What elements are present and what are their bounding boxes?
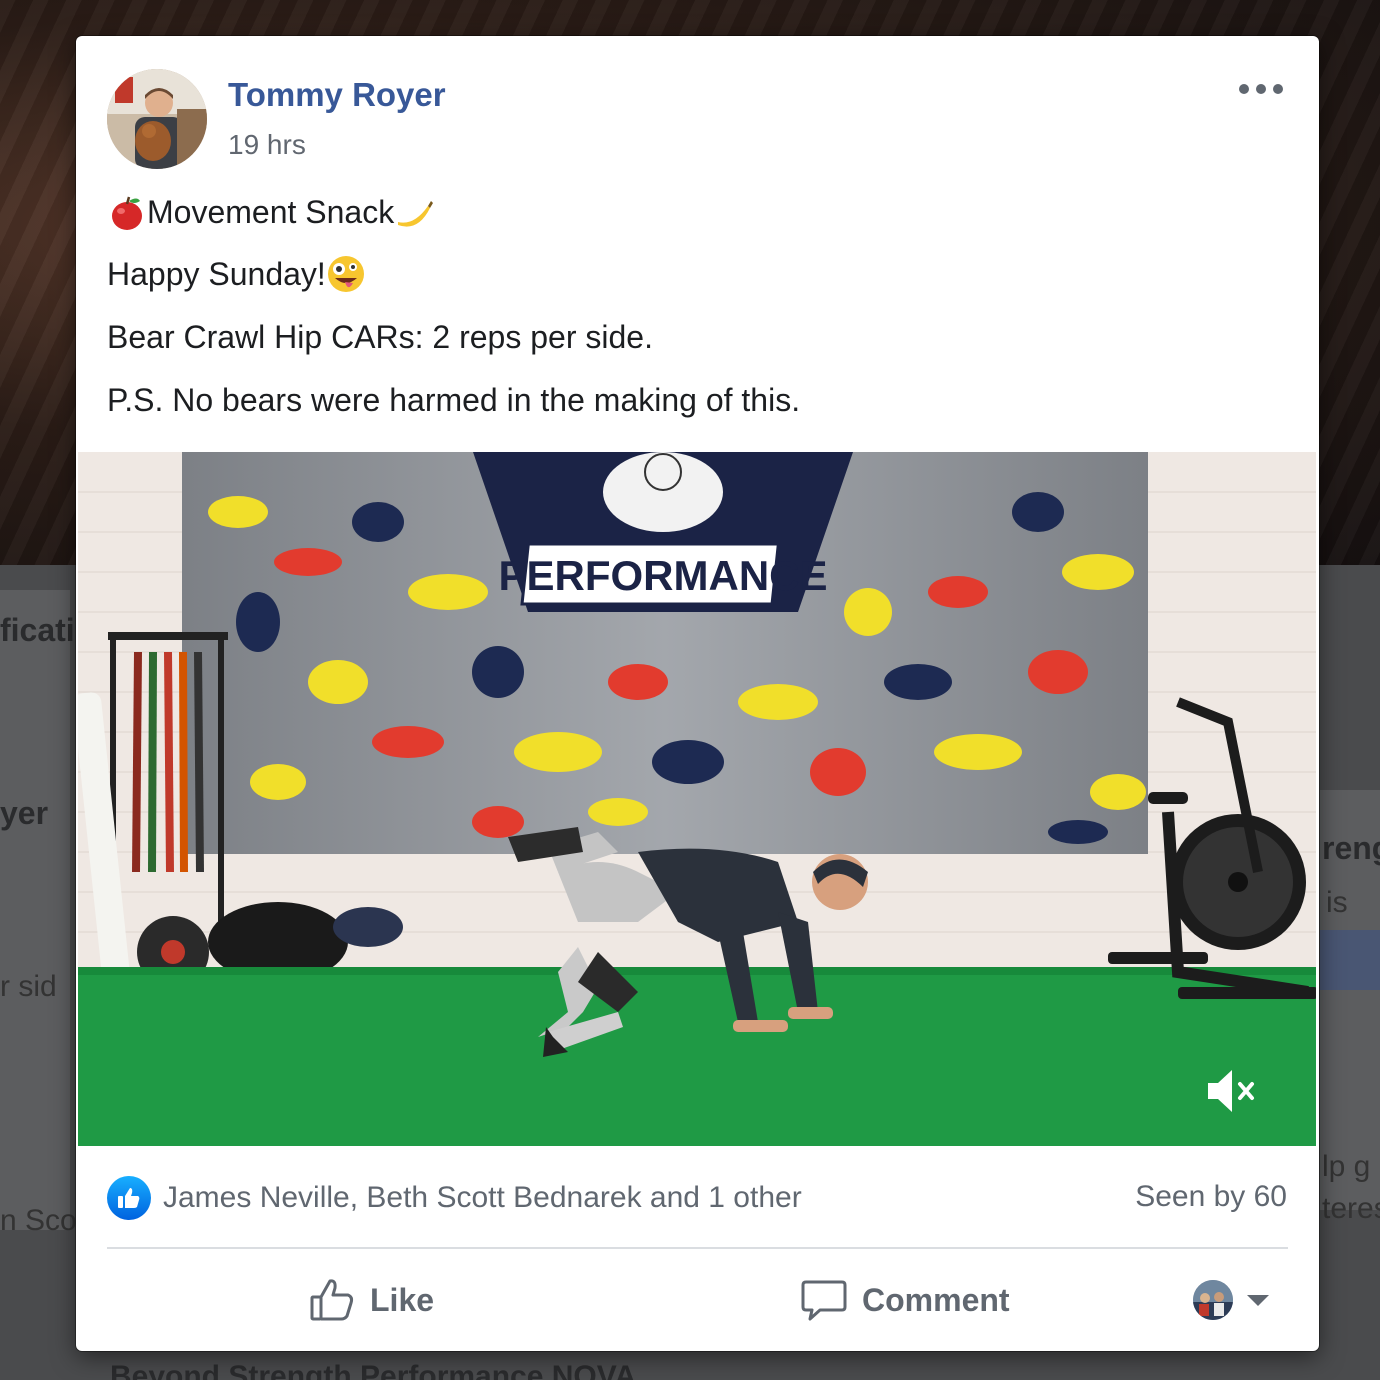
reactions-summary: James Neville, Beth Scott Bednarek and 1… [107, 1176, 802, 1220]
background-button [1320, 930, 1380, 990]
comment-label: Comment [862, 1281, 1010, 1318]
background-text: teres [1322, 1192, 1380, 1225]
wall-sign-text: PERFORMANCE [498, 552, 827, 599]
background-text: lp g [1322, 1150, 1371, 1183]
red-apple-icon [112, 196, 142, 230]
unmute-button[interactable] [1204, 1066, 1260, 1116]
dot-icon [1273, 84, 1283, 94]
post-text: Bear Crawl Hip CARs: 2 reps per side. [107, 319, 653, 355]
comment-button[interactable]: Comment [800, 1274, 1010, 1326]
background-page-title: Beyond Strength Performance NOVA [110, 1360, 637, 1380]
avatar-photo-icon [107, 69, 207, 169]
background-card-left [0, 590, 70, 1230]
background-text: reng [1322, 830, 1380, 866]
post-text: Happy Sunday! [107, 255, 326, 292]
like-button[interactable]: Like [308, 1274, 434, 1326]
background-text: yer [0, 795, 49, 831]
zany-face-icon [327, 256, 364, 292]
background-text: is [1326, 886, 1348, 919]
page-avatar [1193, 1280, 1233, 1320]
banana-icon [398, 201, 434, 227]
post-text-line: Movement Snack [107, 192, 434, 232]
post-timestamp[interactable]: 19 hrs [228, 129, 306, 161]
reaction-names-link[interactable]: James Neville, Beth Scott Bednarek and 1… [163, 1181, 802, 1215]
like-reaction-icon [107, 1176, 151, 1220]
post-card: Tommy Royer 19 hrs Movement Snack Happy … [76, 36, 1319, 1351]
background-text: r sid [0, 970, 57, 1003]
post-text: P.S. No bears were harmed in the making … [107, 382, 801, 418]
post-text: Movement Snack [147, 193, 395, 230]
author-name-link[interactable]: Tommy Royer [228, 76, 446, 114]
post-text-line: Happy Sunday! [107, 254, 366, 294]
like-label: Like [370, 1281, 435, 1318]
dot-icon [1256, 84, 1266, 94]
post-text-line: Bear Crawl Hip CARs: 2 reps per side. [107, 319, 653, 356]
divider [107, 1247, 1288, 1249]
background-text: n Scot [0, 1204, 86, 1237]
dot-icon [1239, 84, 1249, 94]
comment-icon [801, 1280, 847, 1321]
post-text-line: P.S. No bears were harmed in the making … [107, 382, 800, 419]
chevron-down-icon [1247, 1294, 1269, 1306]
post-video[interactable]: PERFORMANCE [78, 452, 1316, 1146]
video-frame: PERFORMANCE [78, 452, 1316, 1146]
speaker-muted-icon [1208, 1070, 1254, 1112]
thumbs-up-icon [310, 1279, 354, 1321]
seen-by-count[interactable]: Seen by 60 [1135, 1180, 1287, 1214]
author-avatar[interactable] [107, 69, 207, 169]
reaction-audience-selector[interactable] [1193, 1280, 1269, 1320]
more-options-button[interactable] [1239, 80, 1283, 98]
